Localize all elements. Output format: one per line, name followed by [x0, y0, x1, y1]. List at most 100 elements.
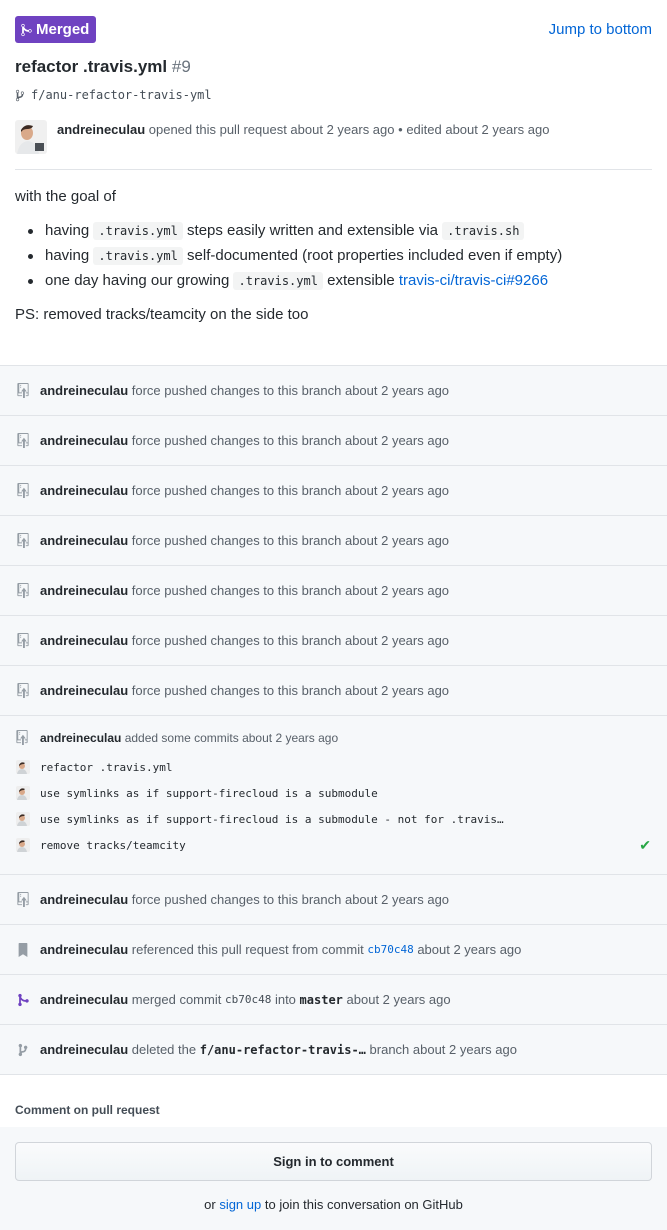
- target-branch: master: [299, 992, 343, 1007]
- list-item: having .travis.yml steps easily written …: [15, 218, 652, 243]
- bullet-text: self-documented (root properties include…: [187, 247, 563, 264]
- event-author[interactable]: andreineculau: [40, 942, 128, 957]
- author-name[interactable]: andreineculau: [57, 122, 145, 137]
- timeline-force-push: andreineculau force pushed changes to th…: [0, 515, 667, 565]
- event-author[interactable]: andreineculau: [40, 533, 128, 548]
- description-intro: with the goal of: [15, 188, 116, 205]
- avatar: [16, 760, 30, 774]
- merge-icon: [16, 992, 30, 1008]
- event-text: force pushed changes to this branch abou…: [131, 892, 450, 907]
- avatar: [16, 812, 30, 826]
- pr-title-text: refactor .travis.yml: [15, 57, 168, 76]
- commit-row[interactable]: use symlinks as if support-firecloud is …: [16, 806, 651, 832]
- event-text: deleted the: [131, 1042, 197, 1057]
- or-text: or: [204, 1197, 216, 1212]
- commit-row[interactable]: use symlinks as if support-firecloud is …: [16, 780, 651, 806]
- event-text: merged commit: [131, 992, 222, 1007]
- commits-header: andreineculau added some commits about 2…: [16, 730, 651, 745]
- commit-message[interactable]: remove tracks/teamcity: [40, 839, 639, 852]
- git-branch-icon: [15, 89, 25, 101]
- merge-icon: [21, 23, 32, 36]
- event-author[interactable]: andreineculau: [40, 383, 128, 398]
- inline-code: .travis.yml: [93, 247, 183, 265]
- opened-text: opened this pull request about 2 years a…: [148, 122, 395, 137]
- divider: [15, 169, 652, 170]
- event-author[interactable]: andreineculau: [40, 731, 121, 745]
- timeline: andreineculau force pushed changes to th…: [0, 365, 667, 1075]
- event-author[interactable]: andreineculau: [40, 683, 128, 698]
- timeline-force-push: andreineculau force pushed changes to th…: [0, 365, 667, 415]
- check-icon[interactable]: ✔: [639, 837, 651, 854]
- bullet-text: having: [45, 247, 90, 264]
- event-time: branch about 2 years ago: [369, 1042, 517, 1057]
- list-item: one day having our growing .travis.yml e…: [15, 268, 652, 293]
- repo-push-icon: [16, 433, 30, 449]
- timeline-force-push: andreineculau force pushed changes to th…: [0, 665, 667, 715]
- event-author[interactable]: andreineculau: [40, 433, 128, 448]
- timeline-force-push: andreineculau force pushed changes to th…: [0, 615, 667, 665]
- timeline-merge: andreineculau merged commit cb70c48 into…: [0, 974, 667, 1024]
- event-author[interactable]: andreineculau: [40, 992, 128, 1007]
- description-list: having .travis.yml steps easily written …: [15, 218, 652, 293]
- deleted-branch-name: f/anu-refactor-travis-…: [199, 1042, 366, 1057]
- inline-code: .travis.sh: [442, 222, 525, 240]
- bullet-text: having: [45, 222, 90, 239]
- timeline-force-push: andreineculau force pushed changes to th…: [0, 415, 667, 465]
- repo-push-icon: [16, 892, 30, 908]
- bullet-text: extensible: [327, 272, 395, 289]
- signup-line: or sign up to join this conversation on …: [0, 1197, 667, 1212]
- event-author[interactable]: andreineculau: [40, 633, 128, 648]
- event-text: force pushed changes to this branch abou…: [131, 433, 450, 448]
- join-text: to join this conversation on GitHub: [264, 1197, 463, 1212]
- event-text: force pushed changes to this branch abou…: [131, 483, 450, 498]
- commit-row[interactable]: refactor .travis.yml: [16, 754, 651, 780]
- event-time: about 2 years ago: [346, 992, 451, 1007]
- issue-link[interactable]: travis-ci/travis-ci#9266: [399, 272, 548, 289]
- event-author[interactable]: andreineculau: [40, 583, 128, 598]
- event-author[interactable]: andreineculau: [40, 483, 128, 498]
- sign-in-button[interactable]: Sign in to comment: [15, 1142, 652, 1181]
- edited-text[interactable]: edited about 2 years ago: [406, 122, 549, 137]
- commit-row[interactable]: remove tracks/teamcity ✔: [16, 832, 651, 858]
- separator-dot: •: [398, 122, 403, 137]
- timeline-force-push: andreineculau force pushed changes to th…: [0, 874, 667, 924]
- git-branch-icon: [16, 1042, 30, 1058]
- description-ps: PS: removed tracks/teamcity on the side …: [15, 306, 309, 323]
- commit-sha-link[interactable]: cb70c48: [367, 943, 413, 956]
- repo-push-icon: [16, 730, 30, 745]
- repo-push-icon: [16, 633, 30, 649]
- commit-message[interactable]: use symlinks as if support-firecloud is …: [40, 787, 651, 800]
- event-author[interactable]: andreineculau: [40, 892, 128, 907]
- list-item: having .travis.yml self-documented (root…: [15, 243, 652, 268]
- timeline-delete-branch: andreineculau deleted the f/anu-refactor…: [0, 1024, 667, 1074]
- avatar: [16, 838, 30, 852]
- inline-code: .travis.yml: [233, 272, 323, 290]
- commit-sha[interactable]: cb70c48: [225, 993, 271, 1006]
- event-author[interactable]: andreineculau: [40, 1042, 128, 1057]
- merged-badge: Merged: [15, 16, 96, 43]
- commit-message[interactable]: refactor .travis.yml: [40, 761, 651, 774]
- event-text: force pushed changes to this branch abou…: [131, 683, 450, 698]
- event-text: added some commits about 2 years ago: [124, 730, 339, 745]
- bookmark-icon: [16, 942, 30, 958]
- event-text: force pushed changes to this branch abou…: [131, 633, 450, 648]
- avatar[interactable]: [15, 120, 47, 154]
- inline-code: .travis.yml: [93, 222, 183, 240]
- badge-label: Merged: [36, 21, 90, 38]
- branch-line: f/anu-refactor-travis-yml: [15, 88, 212, 102]
- repo-push-icon: [16, 483, 30, 499]
- jump-to-bottom-link[interactable]: Jump to bottom: [549, 21, 652, 38]
- sign-up-link[interactable]: sign up: [219, 1197, 261, 1212]
- event-time: about 2 years ago: [417, 942, 522, 957]
- divider: [0, 1074, 667, 1075]
- commit-message[interactable]: use symlinks as if support-firecloud is …: [40, 813, 651, 826]
- event-text: referenced this pull request from commit: [131, 942, 364, 957]
- bullet-text: steps easily written and extensible via: [187, 222, 438, 239]
- page-title: refactor .travis.yml #9: [15, 57, 191, 77]
- timeline-force-push: andreineculau force pushed changes to th…: [0, 465, 667, 515]
- repo-push-icon: [16, 583, 30, 599]
- branch-name: f/anu-refactor-travis-yml: [31, 88, 212, 102]
- repo-push-icon: [16, 683, 30, 699]
- timeline-force-push: andreineculau force pushed changes to th…: [0, 565, 667, 615]
- avatar: [16, 786, 30, 800]
